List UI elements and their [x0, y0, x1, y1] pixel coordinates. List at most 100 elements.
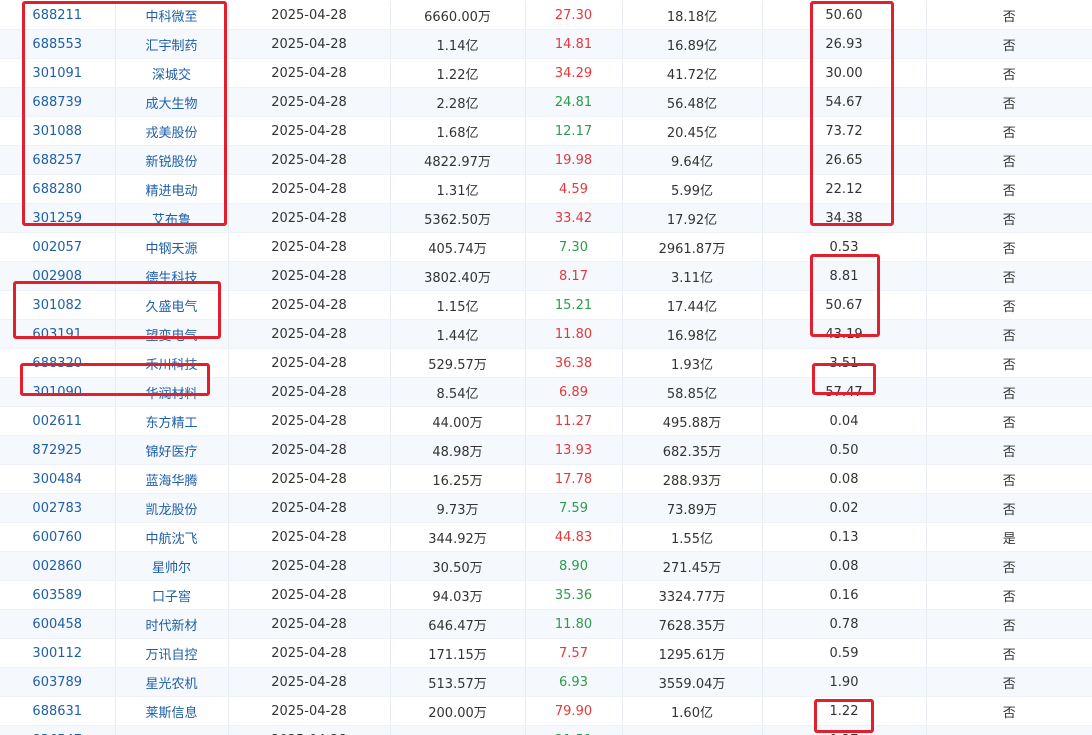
cell-date: 2025-04-28 — [228, 493, 391, 523]
cell-code[interactable]: 688739 — [0, 87, 116, 117]
table-row[interactable]: 600760 中航沈飞 2025-04-28 344.92万 44.83 1.55亿 0.1… — [0, 522, 1092, 552]
cell-name[interactable]: 星帅尔 — [115, 551, 229, 581]
cell-name[interactable]: 精进电动 — [115, 174, 229, 204]
cell-code[interactable]: 002611 — [0, 406, 116, 436]
table-row[interactable]: 688257 新锐股份 2025-04-28 4822.97万 19.98 9.64亿 26… — [0, 145, 1092, 175]
table-row[interactable]: 002908 德生科技 2025-04-28 3802.40万 8.17 3.11亿 8.8… — [0, 261, 1092, 291]
cell-name[interactable]: 中科微至 — [115, 1, 229, 30]
table-row[interactable]: 603191 望变电气 2025-04-28 1.44亿 11.80 16.98亿 43.1… — [0, 319, 1092, 349]
cell-name[interactable]: 锦好医疗 — [115, 435, 229, 465]
cell-name[interactable]: 戎美股份 — [115, 116, 229, 146]
table-row[interactable]: 300484 蓝海华腾 2025-04-28 16.25万 17.78 288.93万 0.… — [0, 464, 1092, 494]
cell-code[interactable]: 301259 — [0, 203, 116, 233]
cell-name[interactable]: 莱斯信息 — [115, 696, 229, 726]
cell-change: 8.90 — [525, 551, 623, 581]
cell-name[interactable]: 星光农机 — [115, 667, 229, 697]
cell-code[interactable]: 600458 — [0, 609, 116, 639]
cell-code[interactable]: 600760 — [0, 522, 116, 552]
cell-code[interactable]: 002057 — [0, 232, 116, 262]
cell-amount: 529.57万 — [390, 348, 526, 378]
cell-market-value: 7628.35万 — [622, 609, 763, 639]
table-row[interactable]: 688739 成大生物 2025-04-28 2.28亿 24.81 56.48亿 54.6… — [0, 87, 1092, 117]
cell-code[interactable]: 002783 — [0, 493, 116, 523]
cell-market-value: 58.85亿 — [622, 377, 763, 407]
cell-change: 7.30 — [525, 232, 623, 262]
cell-market-value: 20.45亿 — [622, 116, 763, 146]
table-row[interactable]: 002860 星帅尔 2025-04-28 30.50万 8.90 271.45万 0.08… — [0, 551, 1092, 581]
cell-flag: 否 — [926, 406, 1092, 436]
table-row[interactable]: 603589 口子窖 2025-04-28 94.03万 35.36 3324.77万 0.… — [0, 580, 1092, 610]
cell-code[interactable]: 688631 — [0, 696, 116, 726]
table-row[interactable]: 688280 精进电动 2025-04-28 1.31亿 4.59 5.99亿 22.12 否 — [0, 174, 1092, 204]
table-row[interactable]: 002057 中钢天源 2025-04-28 405.74万 7.30 2961.87万 0… — [0, 232, 1092, 262]
cell-code[interactable]: 300484 — [0, 464, 116, 494]
table-row[interactable]: 002611 东方精工 2025-04-28 44.00万 11.27 495.88万 0.… — [0, 406, 1092, 436]
table-row[interactable]: 301088 戎美股份 2025-04-28 1.68亿 12.17 20.45亿 73.7… — [0, 116, 1092, 146]
cell-name[interactable]: 新锐股份 — [115, 145, 229, 175]
cell-flag: 否 — [926, 116, 1092, 146]
cell-market-value: 16.98亿 — [622, 319, 763, 349]
cell-code[interactable]: 002860 — [0, 551, 116, 581]
cell-name[interactable]: 中航沈飞 — [115, 522, 229, 552]
table-row[interactable]: 688211 中科微至 2025-04-28 6660.00万 27.30 18.18亿 5… — [0, 1, 1092, 30]
cell-code[interactable]: 301088 — [0, 116, 116, 146]
cell-name[interactable]: 艾布鲁 — [115, 203, 229, 233]
cell-ratio: 0.16 — [762, 580, 927, 610]
table-row[interactable]: 688320 禾川科技 2025-04-28 529.57万 36.38 1.93亿 3.5… — [0, 348, 1092, 378]
cell-name[interactable]: 凯龙股份 — [115, 493, 229, 523]
cell-code[interactable]: 603191 — [0, 319, 116, 349]
cell-code[interactable]: 301090 — [0, 377, 116, 407]
table-row[interactable]: 872925 锦好医疗 2025-04-28 48.98万 13.93 682.35万 0.… — [0, 435, 1092, 465]
table-row[interactable]: 600458 时代新材 2025-04-28 646.47万 11.80 7628.35万… — [0, 609, 1092, 639]
cell-code[interactable]: 688257 — [0, 145, 116, 175]
cell-ratio: 22.12 — [762, 174, 927, 204]
table-row[interactable]: 836547无锡晶海2025-04-28720.00万21.511.55亿9.2… — [0, 725, 1092, 735]
cell-name[interactable]: 蓝海华腾 — [115, 464, 229, 494]
cell-name[interactable]: 禾川科技 — [115, 348, 229, 378]
table-row[interactable]: 301082 久盛电气 2025-04-28 1.15亿 15.21 17.44亿 50.6… — [0, 290, 1092, 320]
table-row[interactable]: 688631 莱斯信息 2025-04-28 200.00万 79.90 1.60亿 1.2… — [0, 696, 1092, 726]
cell-name[interactable]: 中钢天源 — [115, 232, 229, 262]
cell-name[interactable]: 口子窖 — [115, 580, 229, 610]
cell-ratio: 43.19 — [762, 319, 927, 349]
table-row[interactable]: 301259 艾布鲁 2025-04-28 5362.50万 33.42 17.92亿 34… — [0, 203, 1092, 233]
cell-amount: 5362.50万 — [390, 203, 526, 233]
cell-name[interactable]: 久盛电气 — [115, 290, 229, 320]
cell-code[interactable]: 301091 — [0, 58, 116, 88]
cell-date: 2025-04-28 — [228, 667, 391, 697]
table-row[interactable]: 301091 深城交 2025-04-28 1.22亿 34.29 41.72亿 30.00… — [0, 58, 1092, 88]
cell-code[interactable]: 300112 — [0, 638, 116, 668]
table-row[interactable]: 603789 星光农机 2025-04-28 513.57万 6.93 3559.04万 1… — [0, 667, 1092, 697]
cell-code[interactable]: 688553 — [0, 29, 116, 59]
cell-name[interactable]: 望变电气 — [115, 319, 229, 349]
cell-market-value: 1.55亿 — [622, 725, 763, 735]
cell-code[interactable]: 301082 — [0, 290, 116, 320]
cell-name[interactable]: 无锡晶海 — [115, 725, 229, 735]
cell-change: 21.51 — [525, 725, 623, 735]
cell-name[interactable]: 德生科技 — [115, 261, 229, 291]
cell-date: 2025-04-28 — [228, 406, 391, 436]
cell-code[interactable]: 872925 — [0, 435, 116, 465]
cell-name[interactable]: 成大生物 — [115, 87, 229, 117]
table-row[interactable]: 688553 汇宇制药 2025-04-28 1.14亿 14.81 16.89亿 26.9… — [0, 29, 1092, 59]
cell-name[interactable]: 深城交 — [115, 58, 229, 88]
table-row[interactable]: 300112 万讯自控 2025-04-28 171.15万 7.57 1295.61万 0… — [0, 638, 1092, 668]
cell-code[interactable]: 688320 — [0, 348, 116, 378]
cell-code[interactable]: 002908 — [0, 261, 116, 291]
table-row[interactable]: 301090 华润材料 2025-04-28 8.54亿 6.89 58.85亿 57.47… — [0, 377, 1092, 407]
cell-code[interactable]: 688211 — [0, 1, 116, 30]
table-row[interactable]: 002783 凯龙股份 2025-04-28 9.73万 7.59 73.89万 0.02 否 — [0, 493, 1092, 523]
cell-code[interactable]: 688280 — [0, 174, 116, 204]
cell-ratio: 0.53 — [762, 232, 927, 262]
cell-name[interactable]: 东方精工 — [115, 406, 229, 436]
cell-amount: 3802.40万 — [390, 261, 526, 291]
cell-change: 11.80 — [525, 609, 623, 639]
cell-flag: 否 — [926, 667, 1092, 697]
cell-code[interactable]: 603789 — [0, 667, 116, 697]
cell-name[interactable]: 华润材料 — [115, 377, 229, 407]
cell-code[interactable]: 603589 — [0, 580, 116, 610]
cell-code[interactable]: 836547 — [0, 725, 116, 735]
cell-name[interactable]: 万讯自控 — [115, 638, 229, 668]
cell-name[interactable]: 时代新材 — [115, 609, 229, 639]
cell-name[interactable]: 汇宇制药 — [115, 29, 229, 59]
